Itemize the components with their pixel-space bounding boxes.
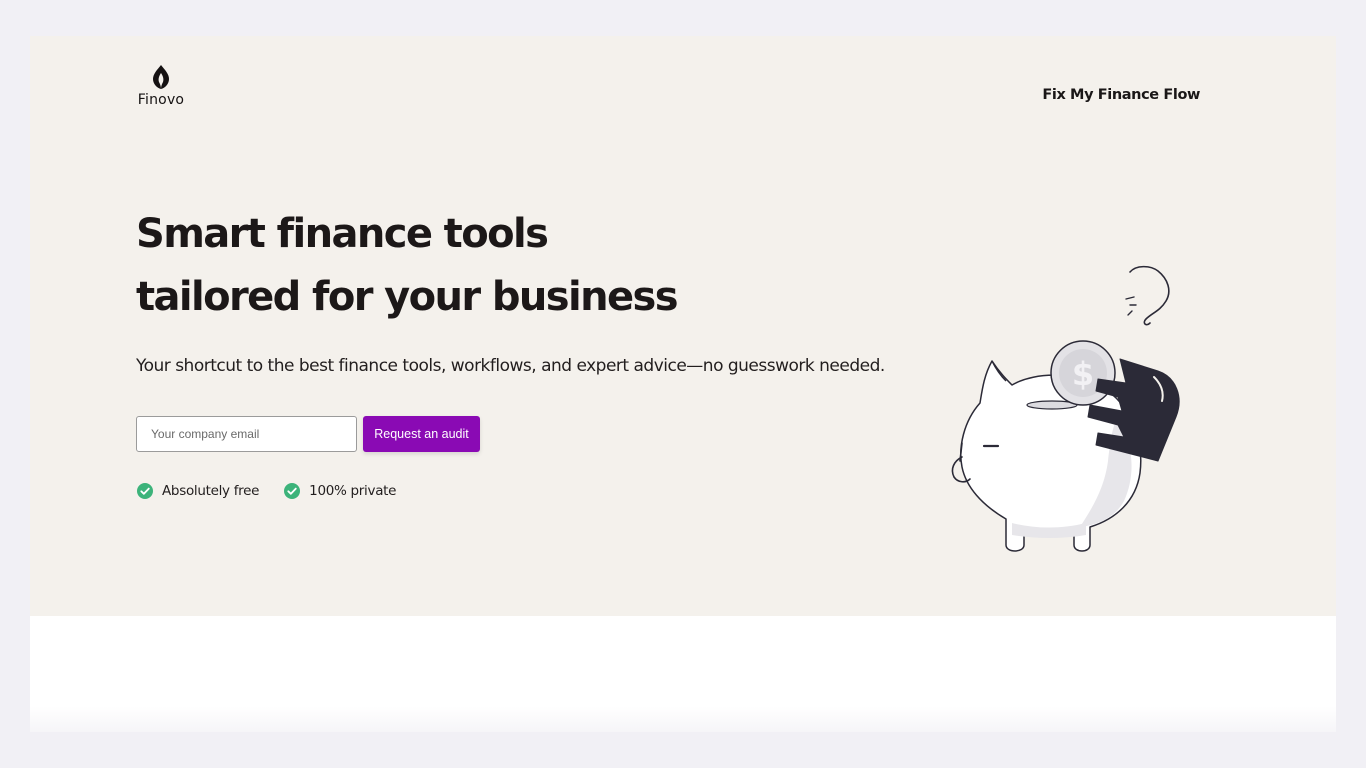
request-audit-button[interactable]: Request an audit (363, 416, 480, 452)
badge-private: 100% private (284, 483, 396, 499)
hero-headline: Smart finance tools tailored for your bu… (136, 203, 696, 329)
page-frame: Finovo Fix My Finance Flow Smart finance… (30, 36, 1336, 732)
svg-text:$: $ (1072, 355, 1094, 393)
piggy-bank-with-coin-illustration: $ (951, 265, 1180, 552)
lower-section (30, 616, 1336, 732)
headline-line-1: Smart finance tools (136, 211, 549, 257)
brand-name: Finovo (137, 92, 185, 108)
flame-leaf-logo-icon (153, 65, 169, 89)
company-email-input[interactable] (136, 416, 357, 452)
badge-label: Absolutely free (162, 483, 260, 499)
badge-free: Absolutely free (137, 483, 259, 499)
fix-finance-flow-link[interactable]: Fix My Finance Flow (1042, 87, 1200, 103)
check-circle-icon (284, 483, 301, 499)
badge-label: 100% private (309, 483, 397, 499)
headline-line-2: tailored for your business (136, 274, 679, 320)
hero-subheadline: Your shortcut to the best finance tools,… (136, 356, 885, 376)
hero-section: Finovo Fix My Finance Flow Smart finance… (30, 36, 1336, 616)
badge-list: Absolutely free 100% private (137, 483, 421, 499)
check-circle-icon (137, 483, 153, 499)
brand-logo[interactable]: Finovo (134, 64, 188, 110)
